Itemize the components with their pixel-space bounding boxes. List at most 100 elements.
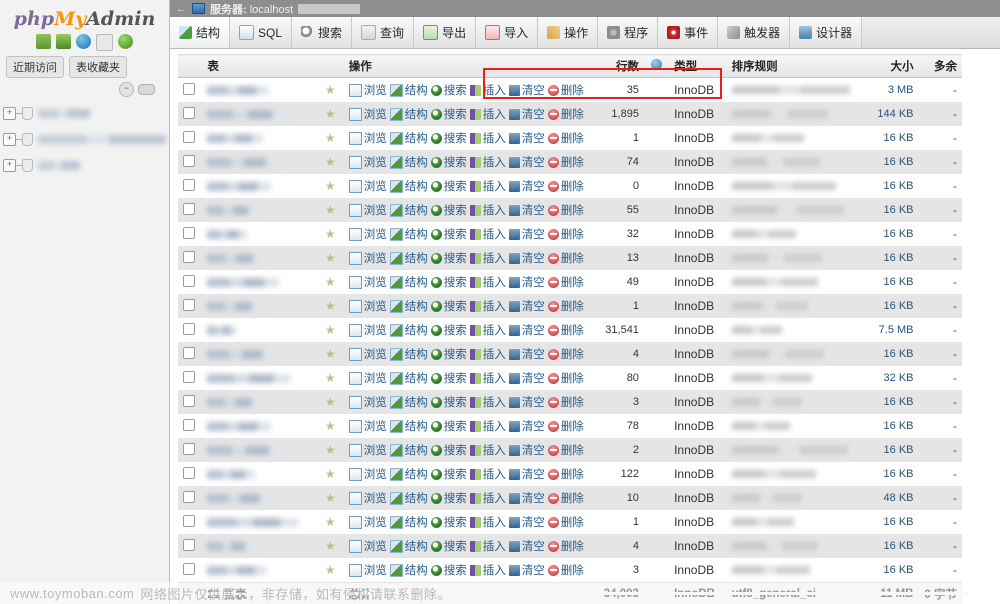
header-size[interactable]: 大小 (864, 54, 919, 78)
row-checkbox-cell[interactable] (178, 438, 203, 462)
resize-handle-icon[interactable] (138, 84, 155, 95)
size-value[interactable]: 16 KB (864, 270, 919, 294)
row-checkbox[interactable] (183, 418, 195, 431)
docs-icon[interactable] (76, 34, 91, 49)
tab-export[interactable]: 导出 (414, 17, 477, 48)
action-structure[interactable]: 结构 (389, 514, 428, 530)
action-search[interactable]: 搜索 (430, 178, 467, 194)
row-checkbox[interactable] (183, 370, 195, 383)
action-empty[interactable]: 清空 (508, 106, 545, 122)
table-name-cell[interactable] (202, 342, 320, 366)
row-checkbox-cell[interactable] (178, 510, 203, 534)
action-empty[interactable]: 清空 (508, 298, 545, 314)
size-value[interactable]: 16 KB (864, 126, 919, 150)
tab-query[interactable]: 查询 (352, 17, 415, 48)
action-drop[interactable]: 删除 (547, 130, 584, 146)
action-search[interactable]: 搜索 (430, 202, 467, 218)
action-drop[interactable]: 删除 (547, 154, 584, 170)
action-browse[interactable]: 浏览 (348, 370, 387, 386)
action-browse[interactable]: 浏览 (348, 130, 387, 146)
action-search[interactable]: 搜索 (430, 322, 467, 338)
tab-sql[interactable]: SQL (230, 17, 293, 48)
header-rows[interactable]: 行数 (588, 54, 644, 78)
action-browse[interactable]: 浏览 (348, 154, 387, 170)
table-name-cell[interactable] (202, 438, 320, 462)
action-insert[interactable]: 插入 (469, 274, 506, 290)
action-browse[interactable]: 浏览 (348, 442, 387, 458)
row-checkbox[interactable] (183, 106, 195, 119)
row-checkbox-cell[interactable] (178, 462, 203, 486)
action-structure[interactable]: 结构 (389, 154, 428, 170)
action-search[interactable]: 搜索 (430, 274, 467, 290)
action-structure[interactable]: 结构 (389, 82, 428, 98)
action-drop[interactable]: 删除 (547, 370, 584, 386)
action-browse[interactable]: 浏览 (348, 418, 387, 434)
action-drop[interactable]: 删除 (547, 514, 584, 530)
table-name-cell[interactable] (202, 150, 320, 174)
action-search[interactable]: 搜索 (430, 250, 467, 266)
row-checkbox-cell[interactable] (178, 534, 203, 558)
action-search[interactable]: 搜索 (430, 418, 467, 434)
action-drop[interactable]: 删除 (547, 490, 584, 506)
table-name-cell[interactable] (202, 366, 320, 390)
home-icon[interactable] (36, 34, 51, 49)
table-name-cell[interactable] (202, 294, 320, 318)
action-browse[interactable]: 浏览 (348, 562, 387, 578)
action-search[interactable]: 搜索 (430, 538, 467, 554)
expand-icon[interactable]: + (3, 133, 16, 146)
action-browse[interactable]: 浏览 (348, 82, 387, 98)
action-empty[interactable]: 清空 (508, 274, 545, 290)
size-value[interactable]: 16 KB (864, 342, 919, 366)
action-search[interactable]: 搜索 (430, 370, 467, 386)
action-browse[interactable]: 浏览 (348, 226, 387, 242)
action-insert[interactable]: 插入 (469, 226, 506, 242)
table-name-cell[interactable] (202, 126, 320, 150)
favorite-cell[interactable]: ★ (319, 390, 344, 414)
row-checkbox[interactable] (183, 250, 195, 263)
size-value[interactable]: 32 KB (864, 366, 919, 390)
action-insert[interactable]: 插入 (469, 370, 506, 386)
row-checkbox[interactable] (183, 322, 195, 335)
star-icon[interactable]: ★ (325, 371, 336, 385)
action-empty[interactable]: 清空 (508, 130, 545, 146)
action-insert[interactable]: 插入 (469, 322, 506, 338)
tab-events[interactable]: 事件 (658, 17, 719, 48)
table-name-cell[interactable] (202, 102, 320, 126)
action-insert[interactable]: 插入 (469, 202, 506, 218)
action-structure[interactable]: 结构 (389, 130, 428, 146)
favorite-cell[interactable]: ★ (319, 126, 344, 150)
size-value[interactable]: 16 KB (864, 222, 919, 246)
favorite-cell[interactable]: ★ (319, 222, 344, 246)
row-checkbox[interactable] (183, 130, 195, 143)
action-structure[interactable]: 结构 (389, 442, 428, 458)
action-empty[interactable]: 清空 (508, 346, 545, 362)
action-insert[interactable]: 插入 (469, 346, 506, 362)
action-search[interactable]: 搜索 (430, 442, 467, 458)
action-search[interactable]: 搜索 (430, 298, 467, 314)
action-browse[interactable]: 浏览 (348, 274, 387, 290)
size-value[interactable]: 16 KB (864, 414, 919, 438)
action-search[interactable]: 搜索 (430, 130, 467, 146)
row-checkbox-cell[interactable] (178, 294, 203, 318)
action-structure[interactable]: 结构 (389, 106, 428, 122)
size-value[interactable]: 16 KB (864, 174, 919, 198)
action-drop[interactable]: 删除 (547, 322, 584, 338)
action-browse[interactable]: 浏览 (348, 106, 387, 122)
info-icon[interactable] (96, 34, 113, 51)
action-drop[interactable]: 删除 (547, 178, 584, 194)
phpmyadmin-logo[interactable]: phpMyAdmin (0, 0, 169, 32)
size-value[interactable]: 16 KB (864, 294, 919, 318)
star-icon[interactable]: ★ (325, 323, 336, 337)
action-structure[interactable]: 结构 (389, 346, 428, 362)
table-name-cell[interactable] (202, 198, 320, 222)
action-structure[interactable]: 结构 (389, 562, 428, 578)
star-icon[interactable]: ★ (325, 155, 336, 169)
action-insert[interactable]: 插入 (469, 82, 506, 98)
action-browse[interactable]: 浏览 (348, 538, 387, 554)
row-checkbox[interactable] (183, 538, 195, 551)
action-empty[interactable]: 清空 (508, 514, 545, 530)
star-icon[interactable]: ★ (325, 395, 336, 409)
action-drop[interactable]: 删除 (547, 442, 584, 458)
action-insert[interactable]: 插入 (469, 442, 506, 458)
tab-structure[interactable]: 结构 (170, 17, 231, 48)
